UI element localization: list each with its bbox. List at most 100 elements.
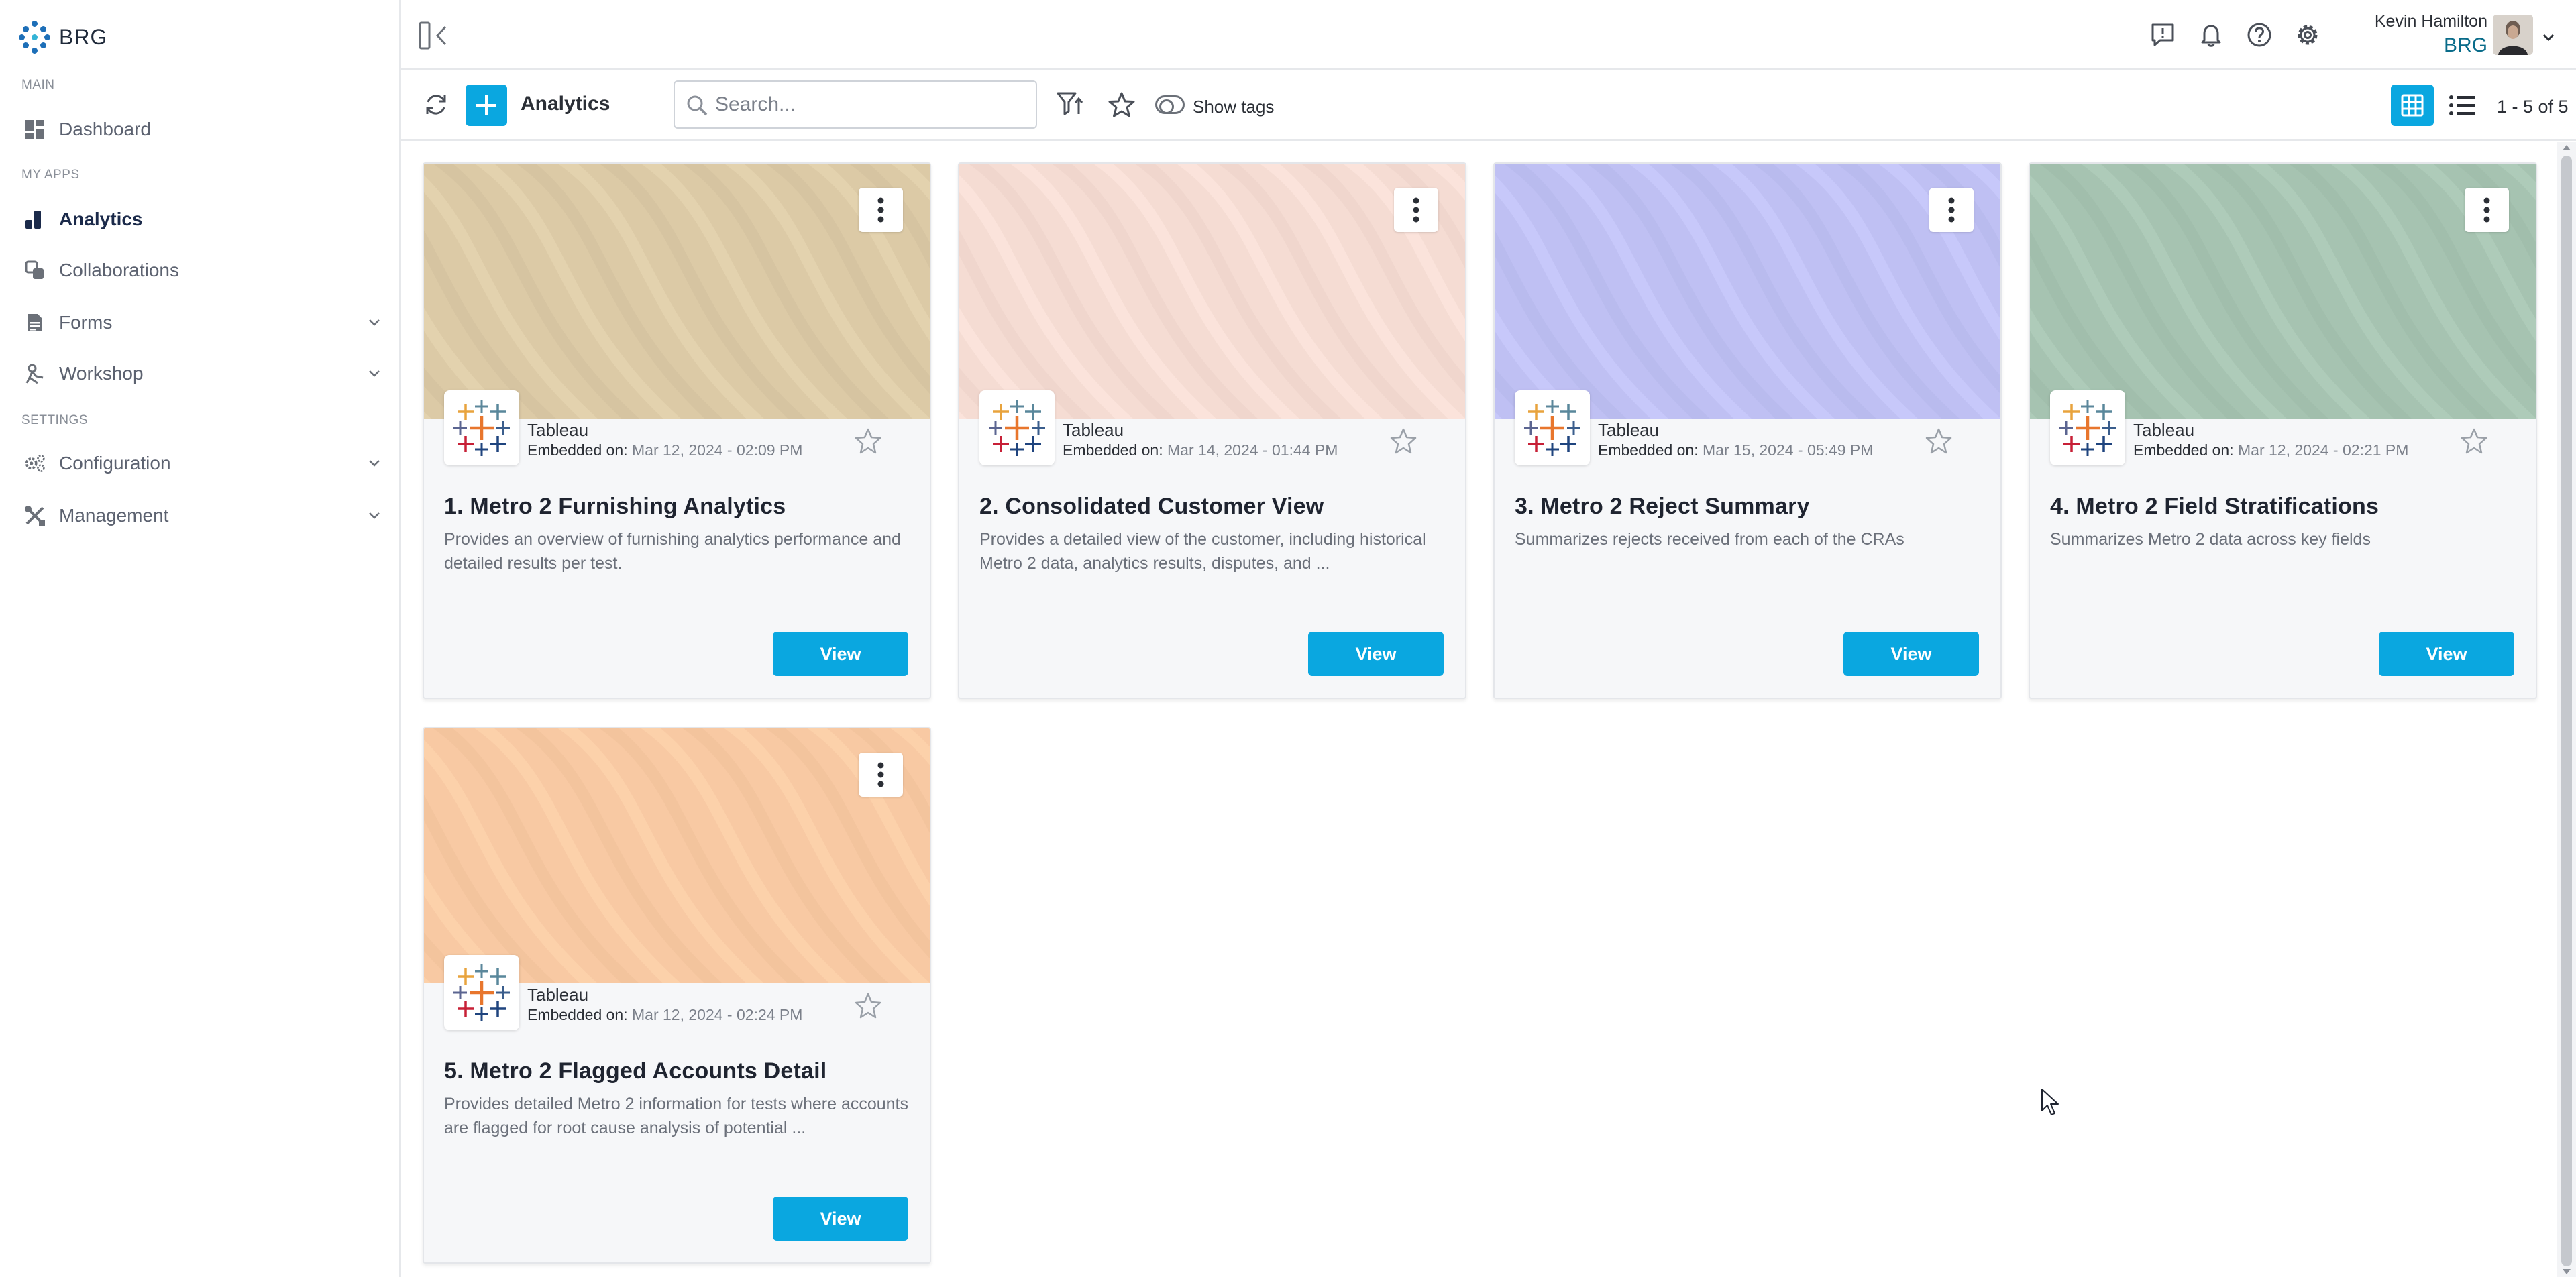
content-scrollbar[interactable] <box>2557 142 2576 1277</box>
feedback-icon[interactable] <box>2149 21 2176 48</box>
search-input[interactable] <box>715 93 1036 116</box>
grid-icon <box>2401 94 2424 117</box>
show-tags-label: Show tags <box>1193 97 1275 117</box>
favorite-star-icon[interactable] <box>1924 427 1953 456</box>
card-menu-button[interactable] <box>859 188 903 232</box>
scroll-down-icon[interactable] <box>2563 1269 2571 1274</box>
plus-icon <box>476 95 496 115</box>
analytics-card[interactable]: Tableau Embedded on: Mar 12, 2024 - 02:0… <box>423 162 931 699</box>
card-platform: Tableau <box>1598 420 1660 440</box>
chevron-down-icon[interactable] <box>366 365 382 381</box>
favorite-star-icon[interactable] <box>2459 427 2489 456</box>
card-title: 5. Metro 2 Flagged Accounts Detail <box>444 1058 827 1084</box>
card-description: Summarizes rejects received from each of… <box>1515 530 1904 549</box>
brand-mark-icon <box>19 21 51 54</box>
card-title: 1. Metro 2 Furnishing Analytics <box>444 494 786 519</box>
search-box[interactable] <box>674 80 1037 129</box>
card-title: 3. Metro 2 Reject Summary <box>1515 494 1810 519</box>
tableau-logo-icon <box>1515 390 1590 465</box>
card-platform: Tableau <box>527 420 589 440</box>
sidebar-item-analytics[interactable]: Analytics <box>0 196 401 243</box>
card-title: 2. Consolidated Customer View <box>979 494 1324 519</box>
scrollbar-thumb[interactable] <box>2561 156 2572 1266</box>
view-button[interactable]: View <box>2379 632 2514 676</box>
card-banner <box>424 164 930 419</box>
card-menu-button[interactable] <box>1929 188 1974 232</box>
card-embedded-date: Embedded on: Mar 12, 2024 - 02:21 PM <box>2133 441 2409 459</box>
scroll-up-icon[interactable] <box>2563 145 2571 150</box>
chevron-down-icon[interactable] <box>366 455 382 471</box>
pagination-count: 1 - 5 of 5 <box>2497 97 2569 117</box>
workshop-icon <box>24 363 46 384</box>
sidebar-item-collaborations[interactable]: Collaborations <box>0 247 401 294</box>
favorite-star-icon[interactable] <box>1389 427 1418 456</box>
card-description: Provides detailed Metro 2 information fo… <box>444 1095 909 1137</box>
sidebar-item-forms[interactable]: Forms <box>0 299 401 346</box>
show-tags-toggle[interactable] <box>1155 95 1185 114</box>
card-description: Provides a detailed view of the customer… <box>979 530 1426 573</box>
sidebar-item-management[interactable]: Management <box>0 492 401 539</box>
analytics-card[interactable]: Tableau Embedded on: Mar 12, 2024 - 02:2… <box>2029 162 2537 699</box>
management-icon <box>24 505 46 526</box>
avatar[interactable] <box>2493 15 2533 55</box>
favorite-star-icon[interactable] <box>853 991 883 1021</box>
analytics-grid: Tableau Embedded on: Mar 12, 2024 - 02:0… <box>401 142 2556 1277</box>
favorites-star-icon[interactable] <box>1108 91 1135 118</box>
search-icon <box>687 95 708 116</box>
view-button[interactable]: View <box>1843 632 1979 676</box>
add-analytics-button[interactable] <box>466 85 507 126</box>
chevron-down-icon[interactable] <box>366 507 382 523</box>
analytics-card[interactable]: Tableau Embedded on: Mar 14, 2024 - 01:4… <box>958 162 1466 699</box>
sidebar-item-label: Workshop <box>59 363 144 384</box>
sidebar-item-workshop[interactable]: Workshop <box>0 350 401 397</box>
filter-sort-icon[interactable] <box>1056 90 1084 118</box>
grid-view-button[interactable] <box>2391 85 2434 126</box>
analytics-card[interactable]: Tableau Embedded on: Mar 12, 2024 - 02:2… <box>423 727 931 1264</box>
card-embedded-date: Embedded on: Mar 14, 2024 - 01:44 PM <box>1063 441 1338 459</box>
sidebar-item-configuration[interactable]: Configuration <box>0 440 401 487</box>
analytics-card[interactable]: Tableau Embedded on: Mar 15, 2024 - 05:4… <box>1493 162 2002 699</box>
settings-gear-icon[interactable] <box>2294 21 2321 48</box>
sidebar-item-dashboard[interactable]: Dashboard <box>0 106 401 153</box>
view-button[interactable]: View <box>773 1197 908 1241</box>
card-embedded-date: Embedded on: Mar 12, 2024 - 02:09 PM <box>527 441 803 459</box>
chevron-down-icon[interactable] <box>366 314 382 330</box>
list-view-icon[interactable] <box>2447 91 2477 119</box>
forms-icon <box>24 312 46 333</box>
more-vertical-icon <box>877 197 884 223</box>
card-platform: Tableau <box>2133 420 2195 440</box>
user-name: Kevin Hamilton <box>2374 12 2487 31</box>
configuration-icon <box>24 453 46 474</box>
favorite-star-icon[interactable] <box>853 427 883 456</box>
tableau-logo-icon <box>444 955 519 1030</box>
refresh-icon[interactable] <box>423 91 449 118</box>
analytics-icon <box>24 209 46 230</box>
card-embedded-date: Embedded on: Mar 15, 2024 - 05:49 PM <box>1598 441 1874 459</box>
sidebar-item-label: Forms <box>59 312 113 333</box>
card-menu-button[interactable] <box>2465 188 2509 232</box>
view-button[interactable]: View <box>773 632 908 676</box>
sidebar-item-label: Management <box>59 505 169 526</box>
mouse-cursor-icon <box>2041 1089 2059 1115</box>
sidebar-item-label: Collaborations <box>59 260 179 280</box>
card-banner <box>1495 164 2000 419</box>
card-banner <box>959 164 1465 419</box>
card-menu-button[interactable] <box>859 753 903 797</box>
tableau-logo-icon <box>2050 390 2125 465</box>
sidebar-collapse-icon[interactable] <box>419 21 449 50</box>
brand-name: BRG <box>59 24 108 49</box>
card-menu-button[interactable] <box>1394 188 1438 232</box>
brand-logo[interactable]: BRG <box>19 20 107 54</box>
view-button[interactable]: View <box>1308 632 1444 676</box>
card-banner <box>424 728 930 983</box>
sidebar-item-label: Analytics <box>59 209 143 229</box>
chevron-down-icon[interactable] <box>2541 30 2556 44</box>
help-icon[interactable] <box>2246 21 2273 48</box>
more-vertical-icon <box>1413 197 1419 223</box>
card-platform: Tableau <box>527 985 589 1005</box>
notifications-bell-icon[interactable] <box>2198 21 2224 48</box>
dashboard-icon <box>24 119 46 140</box>
page-title: Analytics <box>521 93 610 115</box>
collaborations-icon <box>24 260 46 281</box>
user-menu[interactable]: Kevin Hamilton BRG <box>2353 12 2487 57</box>
